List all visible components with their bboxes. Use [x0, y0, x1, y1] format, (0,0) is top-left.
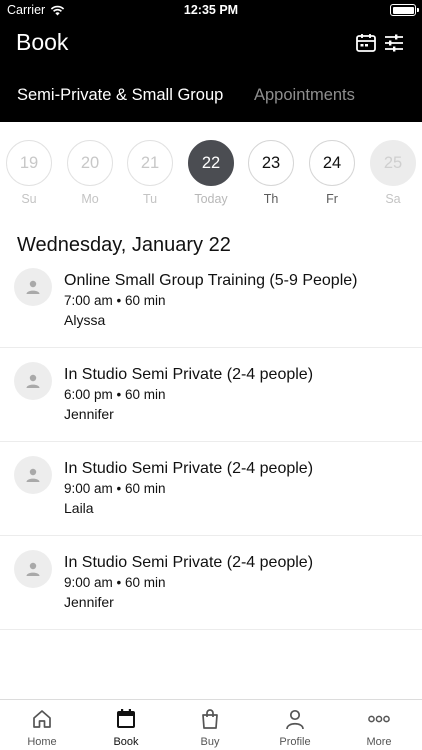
day-label: Mo [81, 192, 99, 206]
class-instructor: Alyssa [64, 312, 106, 328]
app-header: Book Semi-Private & Small Group Appointm… [0, 20, 422, 122]
tab-bar-profile[interactable]: Profile [253, 700, 337, 750]
class-instructor: Jennifer [64, 594, 114, 610]
day-number: 24 [309, 140, 355, 186]
day-20[interactable]: 20 Mo [66, 140, 114, 206]
class-list-item[interactable]: In Studio Semi Private (2-4 people) 9:00… [0, 536, 422, 630]
date-picker-strip: 19 Su 20 Mo 21 Tu 22 Today 23 Th 24 Fr 2… [0, 140, 422, 210]
bottom-tab-bar: Home Book Buy Profile More [0, 699, 422, 750]
class-name: In Studio Semi Private (2-4 people) [64, 366, 314, 383]
day-number: 19 [6, 140, 52, 186]
instructor-avatar [14, 268, 52, 306]
instructor-avatar [14, 456, 52, 494]
tab-bar-label: More [366, 736, 392, 748]
day-25[interactable]: 25 Sa [369, 140, 417, 206]
tab-semi-private-small-group[interactable]: Semi-Private & Small Group [17, 86, 223, 105]
day-22-today[interactable]: 22 Today [187, 140, 235, 206]
tab-bar-label: Book [113, 736, 139, 748]
person-placeholder-icon [26, 280, 40, 294]
filter-settings-icon[interactable] [383, 32, 405, 54]
day-label: Sa [385, 192, 401, 206]
class-time: 7:00 am • 60 min [64, 293, 166, 308]
day-number: 21 [127, 140, 173, 186]
calendar-icon [117, 709, 135, 728]
status-time: 12:35 PM [183, 3, 239, 17]
class-list-item[interactable]: In Studio Semi Private (2-4 people) 9:00… [0, 442, 422, 536]
day-label: Tu [142, 192, 158, 206]
shopping-bag-icon [202, 709, 218, 729]
tab-bar-label: Home [27, 736, 57, 748]
day-21[interactable]: 21 Tu [126, 140, 174, 206]
home-icon [33, 710, 51, 728]
status-bar: Carrier 12:35 PM [0, 0, 422, 20]
class-instructor: Jennifer [64, 406, 114, 422]
class-time: 9:00 am • 60 min [64, 481, 166, 496]
day-label: Su [21, 192, 37, 206]
tab-bar-buy[interactable]: Buy [168, 700, 252, 750]
page-title: Book [16, 29, 69, 55]
day-label: Th [263, 192, 279, 206]
class-name: In Studio Semi Private (2-4 people) [64, 460, 314, 477]
class-name: In Studio Semi Private (2-4 people) [64, 554, 314, 571]
class-name: Online Small Group Training (5-9 People) [64, 272, 358, 289]
class-time: 9:00 am • 60 min [64, 575, 166, 590]
battery-icon [390, 4, 419, 16]
tab-bar-label: Buy [200, 736, 220, 748]
day-number: 22 [188, 140, 234, 186]
day-19[interactable]: 19 Su [5, 140, 53, 206]
class-list: Online Small Group Training (5-9 People)… [0, 254, 422, 630]
day-label: Today [194, 192, 228, 206]
day-label: Fr [326, 192, 338, 206]
tab-bar-more[interactable]: More [337, 700, 421, 750]
calendar-icon[interactable] [355, 32, 377, 54]
tab-bar-home[interactable]: Home [0, 700, 84, 750]
person-icon [286, 709, 304, 730]
instructor-avatar [14, 362, 52, 400]
day-24[interactable]: 24 Fr [308, 140, 356, 206]
person-placeholder-icon [26, 562, 40, 576]
class-list-item[interactable]: Online Small Group Training (5-9 People)… [0, 254, 422, 348]
tab-bar-book[interactable]: Book [84, 700, 168, 750]
tab-bar-label: Profile [279, 736, 311, 748]
tab-appointments[interactable]: Appointments [254, 86, 355, 105]
class-list-item[interactable]: In Studio Semi Private (2-4 people) 6:00… [0, 348, 422, 442]
day-number: 25 [370, 140, 416, 186]
person-placeholder-icon [26, 374, 40, 388]
day-23[interactable]: 23 Th [247, 140, 295, 206]
person-placeholder-icon [26, 468, 40, 482]
day-number: 20 [67, 140, 113, 186]
class-instructor: Laila [64, 500, 94, 516]
more-dots-icon [368, 715, 390, 723]
day-number: 23 [248, 140, 294, 186]
class-time: 6:00 pm • 60 min [64, 387, 166, 402]
instructor-avatar [14, 550, 52, 588]
